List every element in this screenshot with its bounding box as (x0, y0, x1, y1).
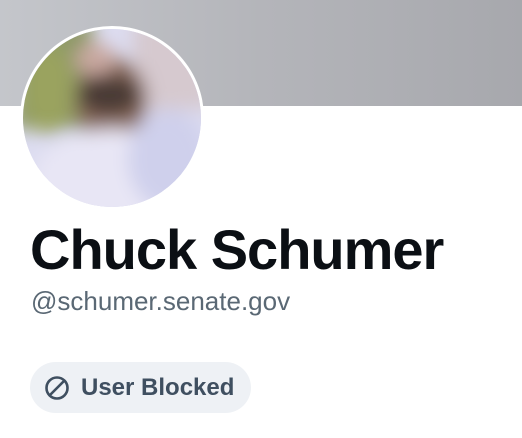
user-blocked-badge[interactable]: User Blocked (30, 362, 252, 413)
user-blocked-label: User Blocked (81, 373, 235, 401)
avatar[interactable] (20, 26, 204, 210)
profile-header: Chuck Schumer @schumer.senate.gov User B… (0, 0, 522, 438)
user-handle[interactable]: @schumer.senate.gov (31, 283, 290, 319)
display-name: Chuck Schumer (30, 218, 444, 281)
blurred-avatar-image (23, 29, 201, 207)
blocked-icon (44, 375, 70, 401)
